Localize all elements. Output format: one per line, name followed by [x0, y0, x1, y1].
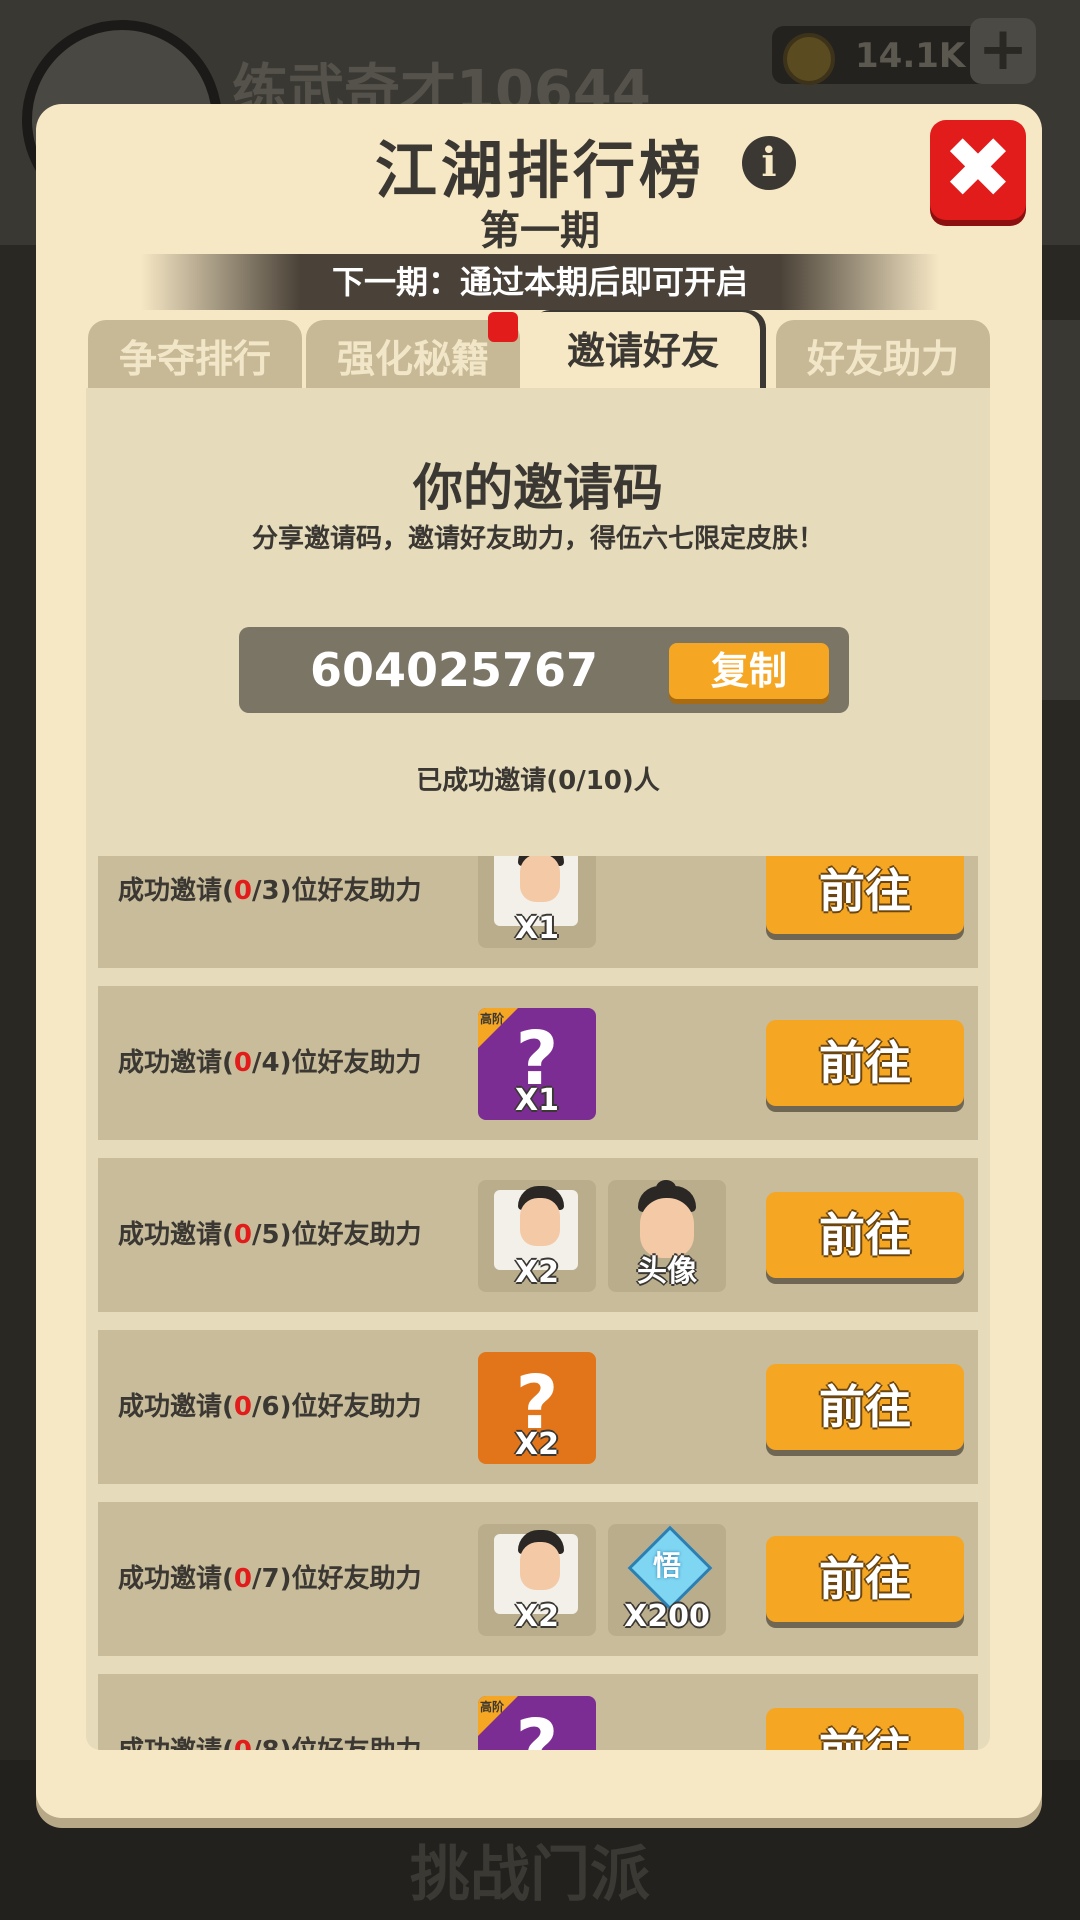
go-button[interactable]: 前往: [766, 856, 964, 934]
reward-quantity: 头像: [637, 1254, 697, 1289]
modal-title: 江湖排行榜: [374, 134, 705, 207]
row-label: 成功邀请(0/8)位好友助力: [118, 1674, 421, 1750]
row-label: 成功邀请(0/6)位好友助力: [118, 1392, 422, 1422]
mystery-outfit-icon: ? X2: [478, 1352, 596, 1464]
row-label: 成功邀请(0/5)位好友助力: [118, 1220, 422, 1250]
reward-quantity: X2: [514, 1599, 559, 1634]
row-label: 成功邀请(0/7)位好友助力: [118, 1564, 422, 1594]
close-button[interactable]: ✖: [930, 120, 1026, 220]
go-button[interactable]: 前往: [766, 1192, 964, 1278]
avatar-icon: 头像: [608, 1180, 726, 1292]
row-label: 成功邀请(0/4)位好友助力: [118, 1048, 422, 1078]
reward-row: 成功邀请(0/8)位好友助力 高阶 ? 前往: [98, 1674, 978, 1750]
invite-code-box: 604025767 复制: [239, 627, 849, 713]
next-period-banner: 下一期：通过本期后即可开启: [140, 254, 940, 310]
reward-row: 成功邀请(0/6)位好友助力 ? X2 前往: [98, 1330, 978, 1484]
go-button[interactable]: 前往: [766, 1708, 964, 1750]
modal-subtitle: 第一期: [480, 208, 600, 254]
background-side-panel: [1040, 320, 1080, 700]
go-button[interactable]: 前往: [766, 1536, 964, 1622]
wu-gem-icon: 悟 X200: [608, 1524, 726, 1636]
invite-code-title: 你的邀请码: [413, 459, 663, 517]
invite-description: 分享邀请码，邀请好友助力，得伍六七限定皮肤！: [251, 524, 824, 554]
advanced-mystery-box-icon: 高阶 ? X1: [478, 1008, 596, 1120]
reward-quantity: X2: [514, 1255, 559, 1290]
copy-button[interactable]: 复制: [669, 643, 829, 699]
background-bottom-title: 挑战门派: [410, 1840, 650, 1910]
reward-quantity: X1: [514, 911, 559, 946]
go-button[interactable]: 前往: [766, 1020, 964, 1106]
reward-quantity: X1: [514, 1083, 559, 1118]
skin-fragment-icon: X1: [478, 856, 596, 948]
close-icon: ✖: [942, 119, 1014, 217]
reward-row: 成功邀请(0/5)位好友助力 X2 头像 前往: [98, 1158, 978, 1312]
go-button[interactable]: 前往: [766, 1364, 964, 1450]
info-icon[interactable]: i: [742, 136, 796, 190]
invite-code-value: 604025767: [309, 643, 599, 697]
reward-list[interactable]: 成功邀请(0/3)位好友助力 X1 前往 成功邀请(0/4)位好友助力 高阶 ?…: [86, 856, 990, 1750]
skin-fragment-icon: X2: [478, 1524, 596, 1636]
invited-count: 已成功邀请(0/10)人: [416, 766, 660, 796]
tab-friend-assist[interactable]: 好友助力: [776, 320, 990, 390]
coin-amount: 14.1K: [855, 36, 966, 76]
reward-quantity: X2: [514, 1427, 559, 1462]
coin-icon: [783, 33, 835, 85]
skin-fragment-icon: X2: [478, 1180, 596, 1292]
reward-row: 成功邀请(0/3)位好友助力 X1 前往: [98, 856, 978, 968]
reward-quantity: X200: [624, 1599, 710, 1634]
reward-row: 成功邀请(0/4)位好友助力 高阶 ? X1 前往: [98, 986, 978, 1140]
notification-dot: [488, 312, 518, 342]
invite-panel: 你的邀请码 分享邀请码，邀请好友助力，得伍六七限定皮肤！ 604025767 复…: [86, 388, 990, 1750]
add-coins-icon: +: [970, 18, 1036, 84]
tab-invite-friends[interactable]: 邀请好友: [526, 312, 760, 390]
row-label: 成功邀请(0/3)位好友助力: [118, 876, 422, 906]
advanced-mystery-box-icon: 高阶 ?: [478, 1696, 596, 1750]
tab-compete-ranking[interactable]: 争夺排行: [88, 320, 302, 390]
reward-row: 成功邀请(0/7)位好友助力 X2 悟 X200 前往: [98, 1502, 978, 1656]
